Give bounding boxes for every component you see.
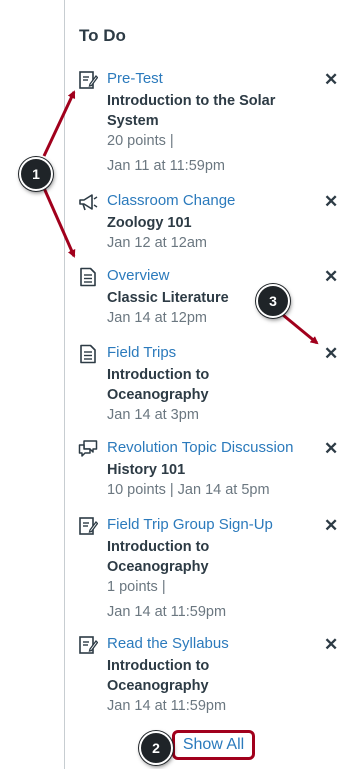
announcement-icon [79, 194, 98, 211]
callout-1: 1 [19, 157, 53, 191]
dismiss-button[interactable]: ✕ [324, 345, 338, 362]
quiz-icon [79, 71, 98, 89]
page-icon [80, 344, 96, 364]
todo-item-due-date: Jan 11 at 11:59pm [107, 158, 225, 174]
todo-item-title-link[interactable]: Field Trip Group Sign-Up [107, 516, 273, 533]
todo-item-course: Zoology 101 [107, 215, 192, 231]
todo-item-title-link[interactable]: Pre-Test [107, 70, 163, 87]
todo-item-title-link[interactable]: Read the Syllabus [107, 635, 229, 652]
todo-item-title-link[interactable]: Classroom Change [107, 192, 235, 209]
callout-3: 3 [256, 284, 290, 318]
todo-item-title-link[interactable]: Overview [107, 267, 170, 284]
todo-item-due-date: Jan 14 at 12pm [107, 310, 207, 326]
todo-item-points: 1 points | [107, 579, 166, 595]
todo-item-course: Introduction to Oceanography [107, 367, 210, 403]
todo-item-title-link[interactable]: Field Trips [107, 344, 176, 361]
quiz-icon [79, 517, 98, 535]
dismiss-button[interactable]: ✕ [324, 193, 338, 210]
dismiss-button[interactable]: ✕ [324, 636, 338, 653]
todo-item-course: History 101 [107, 462, 186, 478]
dismiss-button[interactable]: ✕ [324, 268, 338, 285]
todo-item-course: Introduction to Oceanography [107, 539, 210, 575]
todo-heading: To Do [79, 26, 126, 45]
show-all-link[interactable]: Show All [172, 730, 255, 760]
todo-item-due-date: Jan 14 at 3pm [107, 407, 199, 423]
dismiss-button[interactable]: ✕ [324, 440, 338, 457]
dismiss-button[interactable]: ✕ [324, 517, 338, 534]
todo-item-course: Introduction to Oceanography [107, 658, 210, 694]
todo-item-points-due: 10 points | Jan 14 at 5pm [107, 482, 270, 498]
page-icon [80, 267, 96, 287]
dismiss-button[interactable]: ✕ [324, 71, 338, 88]
discussion-icon [78, 440, 98, 457]
todo-item-due-date: Jan 14 at 11:59pm [107, 698, 227, 714]
todo-item-due-date: Jan 14 at 11:59pm [107, 604, 227, 620]
callout-2: 2 [139, 731, 173, 765]
todo-item-due-date: Jan 12 at 12am [107, 235, 207, 251]
todo-item-title-link[interactable]: Revolution Topic Discussion [107, 439, 293, 456]
quiz-icon [79, 636, 98, 654]
todo-item-course: Introduction to the Solar System [107, 93, 276, 129]
todo-item-points: 20 points | [107, 133, 174, 149]
